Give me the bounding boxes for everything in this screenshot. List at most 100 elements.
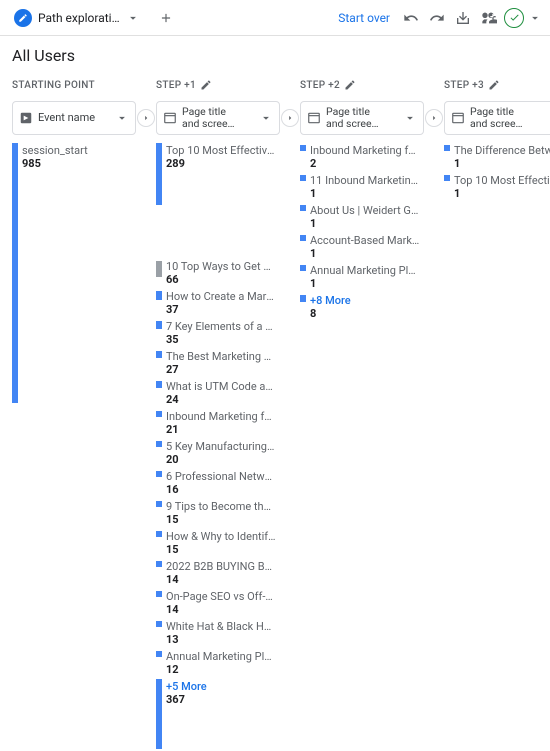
undo-button[interactable] — [398, 5, 424, 31]
node-value: 15 — [166, 513, 276, 526]
path-node[interactable]: 9 Tips to Become the …15 — [156, 499, 280, 527]
path-node[interactable]: On-Page SEO vs Off-P…14 — [156, 589, 280, 617]
node-value: 20 — [166, 453, 276, 466]
column-header: STEP +3 — [444, 75, 550, 95]
path-node[interactable]: How to Create a Mark…37 — [156, 289, 280, 317]
path-node[interactable]: The Difference Betwee…1 — [444, 143, 550, 171]
more-node[interactable]: +8 More8 — [300, 293, 424, 321]
node-label: How & Why to Identify … — [166, 530, 276, 543]
step-column: STARTING POINT Event name session_start985 — [12, 75, 136, 751]
path-node[interactable]: 7 Key Elements of a Q…35 — [156, 319, 280, 347]
node-label: How to Create a Mark… — [166, 290, 276, 303]
step-column: STEP +1 Page titleand scree… Top 10 Most E… — [156, 75, 280, 751]
redo-button[interactable] — [424, 5, 450, 31]
pencil-icon[interactable] — [344, 79, 356, 91]
node-bar — [12, 143, 18, 403]
node-bar — [300, 175, 306, 181]
node-value: 1 — [310, 187, 420, 200]
pencil-icon[interactable] — [488, 79, 500, 91]
node-value: 2 — [310, 157, 420, 170]
path-node[interactable]: 2022 B2B BUYING BE…14 — [156, 559, 280, 587]
event-name-selector[interactable]: Event name — [12, 101, 136, 135]
start-over-button[interactable]: Start over — [330, 11, 398, 25]
node-list: Top 10 Most Effective …289 10 Top Ways to… — [156, 143, 280, 749]
path-canvas: STARTING POINT Event name session_start985… — [0, 71, 550, 751]
node-bar — [300, 295, 306, 302]
node-value: 66 — [166, 273, 276, 286]
column-header-label: STEP +1 — [156, 80, 196, 91]
status-menu-button[interactable] — [526, 5, 544, 31]
event-icon — [19, 111, 33, 125]
selector-label: Event name — [38, 112, 110, 124]
page-icon — [163, 111, 177, 125]
share-button[interactable] — [476, 5, 502, 31]
path-node[interactable]: Annual Marketing Plan …1 — [300, 263, 424, 291]
page-title-selector[interactable]: Page titleand scree… — [300, 101, 424, 135]
path-node[interactable]: The Best Marketing Bu…27 — [156, 349, 280, 377]
node-bar — [444, 145, 450, 151]
node-bar — [156, 411, 162, 417]
path-node[interactable]: session_start985 — [12, 143, 136, 403]
node-value: 27 — [166, 363, 276, 376]
page-title-selector[interactable]: Page titleand scree… — [156, 101, 280, 135]
node-value: 14 — [166, 603, 276, 616]
node-value: 1 — [454, 187, 550, 200]
node-label: The Best Marketing Bu… — [166, 350, 276, 363]
path-node[interactable]: What is UTM Code an…24 — [156, 379, 280, 407]
column-header-label: STEP +2 — [300, 80, 340, 91]
node-label: 6 Professional Networ… — [166, 470, 276, 483]
node-bar — [300, 145, 306, 151]
path-node[interactable]: Top 10 Most Effective …1 — [444, 173, 550, 201]
node-label: Annual Marketing Plan … — [310, 264, 420, 277]
status-done-icon — [504, 8, 524, 28]
download-button[interactable] — [450, 5, 476, 31]
node-value: 8 — [310, 307, 351, 320]
chevron-down-icon[interactable] — [126, 11, 140, 25]
path-node[interactable]: 6 Professional Networ…16 — [156, 469, 280, 497]
node-label: What is UTM Code an… — [166, 380, 276, 393]
chevron-down-icon — [115, 111, 129, 125]
node-value: 367 — [166, 693, 207, 706]
page-icon — [451, 111, 465, 125]
node-label: session_start — [22, 144, 88, 157]
path-node[interactable]: 11 Inbound Marketing …1 — [300, 173, 424, 201]
column-header: STARTING POINT — [12, 75, 136, 95]
node-value: 14 — [166, 573, 276, 586]
node-bar — [156, 531, 162, 537]
node-bar — [156, 143, 162, 205]
node-label: 10 Top Ways to Get M… — [166, 260, 276, 273]
pencil-icon[interactable] — [200, 79, 212, 91]
node-bar — [156, 591, 162, 597]
node-value: 15 — [166, 543, 276, 556]
page-title-selector[interactable]: Page titleand scree… — [444, 101, 550, 135]
column-header: STEP +1 — [156, 75, 280, 95]
column-header: STEP +2 — [300, 75, 424, 95]
node-value: 24 — [166, 393, 276, 406]
chevron-down-icon — [403, 111, 417, 125]
path-node[interactable]: 10 Top Ways to Get M…66 — [156, 259, 280, 287]
path-node[interactable]: Inbound Marketing for …21 — [156, 409, 280, 437]
path-node[interactable]: White Hat & Black Hat …13 — [156, 619, 280, 647]
node-bar — [156, 621, 162, 627]
node-label: Account-Based Market… — [310, 234, 420, 247]
path-node[interactable]: Inbound Marketing for …2 — [300, 143, 424, 171]
node-value: 21 — [166, 423, 276, 436]
node-value: 1 — [454, 157, 550, 170]
path-node[interactable]: Top 10 Most Effective …289 — [156, 143, 280, 205]
path-node[interactable]: 5 Key Manufacturing C…20 — [156, 439, 280, 467]
page-icon — [307, 111, 321, 125]
step-column: STEP +3 Page titleand scree… The Differenc… — [444, 75, 550, 751]
path-node[interactable]: Account-Based Market…1 — [300, 233, 424, 261]
path-node[interactable]: About Us | Weidert Gro…1 — [300, 203, 424, 231]
node-label: The Difference Betwee… — [454, 144, 550, 157]
node-label: On-Page SEO vs Off-P… — [166, 590, 276, 603]
node-label: Top 10 Most Effective … — [166, 144, 276, 157]
path-node[interactable]: Annual Marketing Plan …12 — [156, 649, 280, 677]
node-bar — [300, 205, 306, 211]
node-bar — [156, 651, 162, 657]
exploration-tab[interactable]: Path explorati… — [6, 4, 148, 32]
pencil-circle-icon — [14, 9, 32, 27]
path-node[interactable]: How & Why to Identify …15 — [156, 529, 280, 557]
more-node[interactable]: +5 More367 — [156, 679, 280, 749]
add-tab-button[interactable] — [152, 4, 180, 32]
